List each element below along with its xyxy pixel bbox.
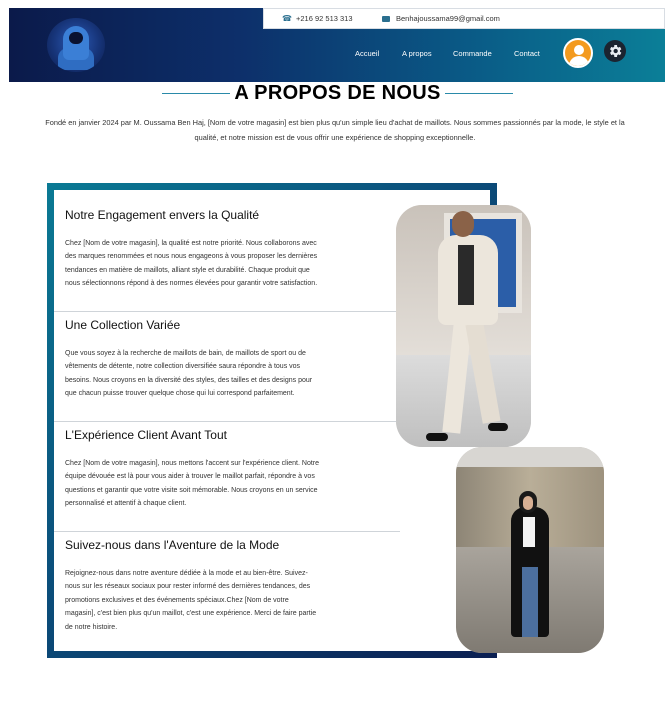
section-body: Chez [Nom de votre magasin], la qualité … bbox=[65, 240, 318, 288]
section-quality: Notre Engagement envers la Qualité Chez … bbox=[65, 208, 320, 291]
section-heading: Suivez-nous dans l'Aventure de la Mode bbox=[65, 538, 280, 552]
nav-commande[interactable]: Commande bbox=[453, 49, 492, 58]
section-body: Chez [Nom de votre magasin], nous metton… bbox=[65, 460, 320, 508]
phone-contact[interactable]: ☎ +216 92 513 313 bbox=[282, 14, 353, 23]
section-collection: Une Collection Variée Que vous soyez à l… bbox=[65, 318, 320, 401]
nav-contact[interactable]: Contact bbox=[514, 49, 540, 58]
email-address: Benhajoussama99@gmail.com bbox=[396, 14, 500, 23]
mail-icon bbox=[382, 15, 390, 22]
section-adventure: Suivez-nous dans l'Aventure de la Mode R… bbox=[65, 538, 320, 634]
intro-text: Fondé en janvier 2024 par M. Oussama Ben… bbox=[45, 118, 625, 142]
phone-icon: ☎ bbox=[282, 14, 292, 23]
user-icon[interactable] bbox=[563, 38, 593, 68]
phone-number: +216 92 513 313 bbox=[296, 14, 353, 23]
section-divider bbox=[54, 311, 400, 312]
page-title: A PROPOS DE NOUS bbox=[234, 82, 441, 104]
section-experience: L'Expérience Client Avant Tout Chez [Nom… bbox=[65, 428, 320, 511]
section-body: Rejoignez-nous dans notre aventure dédié… bbox=[65, 570, 317, 631]
model-photo-woman bbox=[456, 447, 604, 653]
section-heading: Notre Engagement envers la Qualité bbox=[65, 208, 260, 222]
nav-accueil[interactable]: Accueil bbox=[355, 49, 379, 58]
email-contact[interactable]: Benhajoussama99@gmail.com bbox=[382, 14, 500, 23]
nav-a-propos[interactable]: A propos bbox=[402, 49, 432, 58]
title-divider-left bbox=[162, 93, 230, 94]
section-divider bbox=[54, 421, 400, 422]
section-heading: Une Collection Variée bbox=[65, 318, 181, 332]
section-divider bbox=[54, 531, 400, 532]
hoodie-logo[interactable] bbox=[47, 18, 105, 72]
model-photo-man bbox=[396, 205, 531, 447]
gear-icon[interactable] bbox=[604, 40, 626, 62]
title-divider-right bbox=[445, 93, 513, 94]
title-row: A PROPOS DE NOUS bbox=[0, 80, 667, 106]
section-heading: L'Expérience Client Avant Tout bbox=[65, 428, 227, 442]
section-body: Que vous soyez à la recherche de maillot… bbox=[65, 350, 313, 398]
contact-bar: ☎ +216 92 513 313 Benhajoussama99@gmail.… bbox=[263, 8, 665, 29]
